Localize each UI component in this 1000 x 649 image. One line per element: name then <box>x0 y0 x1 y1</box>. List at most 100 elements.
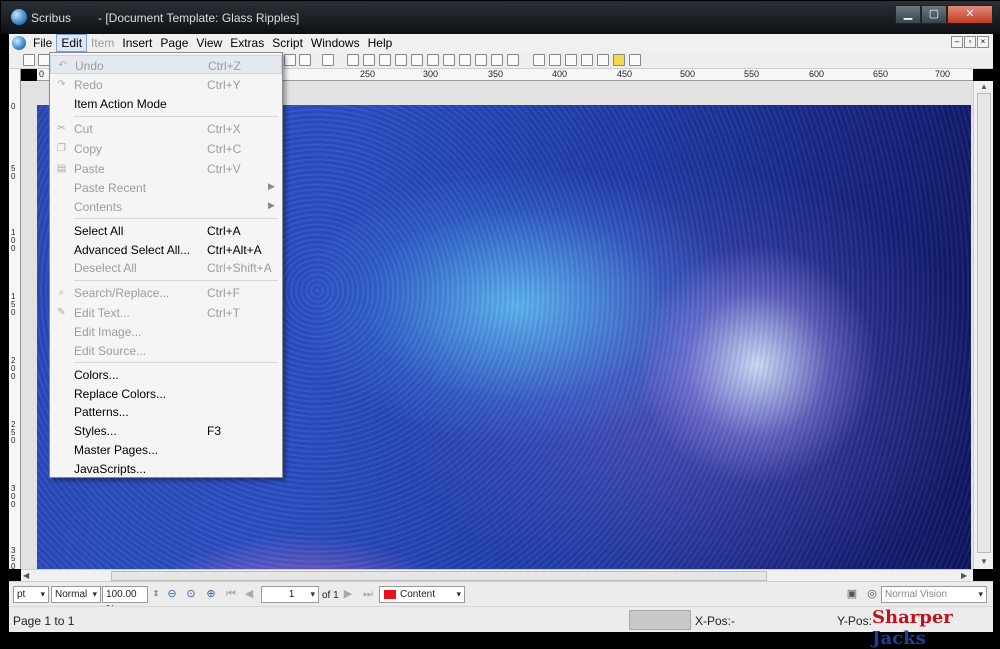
pdf-list-box-icon[interactable] <box>597 54 609 66</box>
menu-item-advanced-select-all[interactable]: Advanced Select All... Ctrl+Alt+A <box>50 240 282 259</box>
mdi-restore-button[interactable]: ▫ <box>964 36 976 48</box>
menu-item-patterns[interactable]: Patterns... <box>50 402 282 421</box>
preview-mode-icon[interactable]: ▣ <box>845 587 859 601</box>
minimize-button[interactable]: ▁ <box>895 5 921 24</box>
vertical-scroll-thumb[interactable] <box>977 93 991 553</box>
document-title: - [Document Template: Glass Ripples] <box>98 11 300 25</box>
link-annotation-icon[interactable] <box>629 54 641 66</box>
undo-icon: ↶ <box>58 60 67 71</box>
link-frames-icon[interactable] <box>459 54 471 66</box>
menu-item-contents[interactable]: Contents ▶ <box>50 197 282 216</box>
y-position-label: Y-Pos: <box>837 614 872 628</box>
vertical-ruler: 0 50 100 150 200 250 300 350 <box>9 69 21 569</box>
vertical-scrollbar[interactable]: ▲ ▼ <box>973 81 993 569</box>
unit-select[interactable]: pt <box>13 586 49 603</box>
scroll-up-icon[interactable]: ▲ <box>980 82 988 91</box>
view-toggle-icon[interactable]: ◎ <box>865 587 879 601</box>
menu-item-cut[interactable]: ✂ Cut Ctrl+X <box>50 119 282 138</box>
horizontal-scroll-thumb[interactable] <box>111 571 767 581</box>
text-annotation-icon[interactable] <box>613 54 625 66</box>
edit-contents-icon[interactable] <box>427 54 439 66</box>
image-quality-select[interactable]: Normal <box>51 586 101 603</box>
layer-select[interactable]: Content <box>379 586 465 603</box>
x-position-label: X-Pos: <box>695 614 732 628</box>
scroll-left-icon[interactable]: ◀ <box>23 571 29 580</box>
menu-insert[interactable]: Insert <box>118 34 156 52</box>
image-frame-icon[interactable] <box>284 54 296 66</box>
menu-item-undo[interactable]: ↶ Undo Ctrl+Z <box>50 55 282 74</box>
shape-icon[interactable] <box>299 54 311 66</box>
menu-item-colors[interactable]: Colors... <box>50 365 282 384</box>
measure-icon[interactable] <box>491 54 503 66</box>
menu-item-edit-source[interactable]: Edit Source... <box>50 341 282 360</box>
zoom-reset-icon[interactable]: ⊙ <box>184 587 198 601</box>
maximize-button[interactable]: ▢ <box>921 5 947 24</box>
ruler-label: 700 <box>935 69 951 79</box>
new-document-icon[interactable] <box>23 54 35 66</box>
menu-item-javascripts[interactable]: JavaScripts... <box>50 459 282 478</box>
edit-menu-dropdown: ↶ Undo Ctrl+Z ↷ Redo Ctrl+Y Item Action … <box>49 52 283 478</box>
rotate-icon[interactable] <box>395 54 407 66</box>
zoom-spin-icon[interactable]: ⇕ <box>149 587 163 601</box>
menu-item-master-pages[interactable]: Master Pages... <box>50 440 282 459</box>
zoom-icon[interactable] <box>411 54 423 66</box>
zoom-in-icon[interactable]: ⊕ <box>204 587 218 601</box>
pdf-push-button-icon[interactable] <box>533 54 545 66</box>
menu-extras[interactable]: Extras <box>226 34 268 52</box>
page-number-select[interactable]: 1 <box>261 586 319 603</box>
menu-edit[interactable]: Edit <box>56 34 88 52</box>
pdf-text-field-icon[interactable] <box>549 54 561 66</box>
menu-item-deselect-all[interactable]: Deselect All Ctrl+Shift+A <box>50 258 282 277</box>
menu-help[interactable]: Help <box>364 34 397 52</box>
menu-item-styles[interactable]: Styles... F3 <box>50 421 282 440</box>
scroll-down-icon[interactable]: ▼ <box>980 557 988 566</box>
zoom-input[interactable]: 100.00 % <box>102 586 148 615</box>
menu-script[interactable]: Script <box>268 34 307 52</box>
scribus-logo-icon[interactable] <box>12 36 26 50</box>
edit-text-icon[interactable] <box>443 54 455 66</box>
close-button[interactable]: ✕ <box>947 5 993 24</box>
mdi-minimize-button[interactable]: – <box>951 36 963 48</box>
bezier-icon[interactable] <box>363 54 375 66</box>
submenu-arrow-icon: ▶ <box>268 181 275 191</box>
pdf-combo-box-icon[interactable] <box>581 54 593 66</box>
menu-item-select-all[interactable]: Select All Ctrl+A <box>50 221 282 240</box>
menu-item-redo[interactable]: ↷ Redo Ctrl+Y <box>50 75 282 94</box>
freehand-icon[interactable] <box>379 54 391 66</box>
ruler-label: 650 <box>873 69 889 79</box>
polygon-icon[interactable] <box>322 54 334 66</box>
line-icon[interactable] <box>347 54 359 66</box>
menu-item-item-action-mode[interactable]: Item Action Mode <box>50 94 282 113</box>
menu-page[interactable]: Page <box>156 34 192 52</box>
previous-page-icon[interactable]: ◀ <box>242 587 256 601</box>
mdi-close-button[interactable]: × <box>977 36 989 48</box>
menu-item[interactable]: Item <box>87 34 118 52</box>
menu-windows[interactable]: Windows <box>307 34 364 52</box>
next-page-icon[interactable]: ▶ <box>341 587 355 601</box>
watermark-text: Sharper Jacks <box>872 607 993 649</box>
eyedropper-icon[interactable] <box>507 54 519 66</box>
menu-item-search-replace[interactable]: ⌕ Search/Replace... Ctrl+F <box>50 283 282 302</box>
menu-item-replace-colors[interactable]: Replace Colors... <box>50 384 282 403</box>
layer-name: Content <box>400 589 436 600</box>
menu-item-copy[interactable]: ❐ Copy Ctrl+C <box>50 139 282 158</box>
pdf-checkbox-icon[interactable] <box>565 54 577 66</box>
zoom-out-icon[interactable]: ⊖ <box>165 587 179 601</box>
menu-view[interactable]: View <box>192 34 226 52</box>
last-page-icon[interactable]: ⏭ <box>361 587 375 601</box>
menu-item-paste-recent[interactable]: Paste Recent ▶ <box>50 178 282 197</box>
menu-file[interactable]: File <box>29 34 56 52</box>
first-page-icon[interactable]: ⏮ <box>224 587 238 601</box>
ruler-label: 250 <box>11 420 16 445</box>
vision-select[interactable]: Normal Vision <box>881 586 987 603</box>
javascripts-label: JavaScripts... <box>74 462 147 476</box>
menu-item-edit-text[interactable]: ✎ Edit Text... Ctrl+T <box>50 303 282 322</box>
paste-recent-label: Paste Recent <box>74 181 147 195</box>
horizontal-scrollbar[interactable]: ◀ ▶ <box>21 569 973 581</box>
menu-item-paste[interactable]: ▤ Paste Ctrl+V <box>50 159 282 178</box>
menu-item-edit-image[interactable]: Edit Image... <box>50 322 282 341</box>
scroll-right-icon[interactable]: ▶ <box>961 571 967 580</box>
app-title: Scribus <box>31 11 72 25</box>
menu-separator <box>74 116 278 117</box>
unlink-frames-icon[interactable] <box>475 54 487 66</box>
